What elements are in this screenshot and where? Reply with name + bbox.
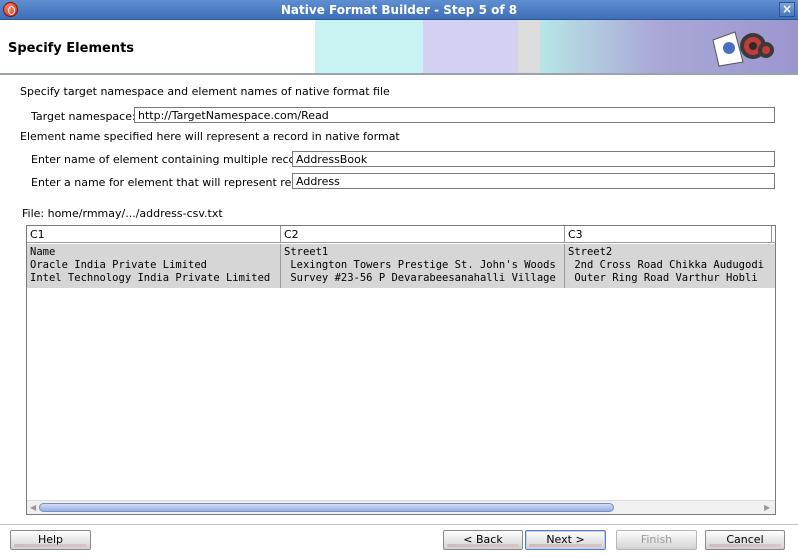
footer-divider — [0, 524, 798, 525]
back-button[interactable]: < Back — [443, 530, 523, 550]
table-cell[interactable]: Outer Ring Road Varthur Hobli — [565, 272, 775, 285]
table-cell[interactable]: Street1 — [281, 246, 565, 259]
instruction-text: Specify target namespace and element nam… — [20, 85, 390, 98]
table-cell[interactable]: Street2 — [565, 246, 775, 259]
column-header-c2[interactable]: C2 — [281, 226, 565, 243]
page-title: Specify Elements — [8, 41, 135, 56]
table-header: C1 C2 C3 — [27, 226, 775, 243]
column-divider — [564, 244, 565, 288]
target-namespace-label: Target namespace: — [31, 110, 136, 123]
record-element-input[interactable] — [292, 173, 775, 189]
next-button[interactable]: Next > — [525, 530, 606, 550]
file-path-label: File: home/rmmay/.../address-csv.txt — [22, 207, 223, 220]
header-divider — [0, 73, 798, 75]
record-note-text: Element name specified here will represe… — [20, 130, 400, 143]
wizard-header: Specify Elements — [0, 20, 798, 73]
scrollbar-thumb[interactable] — [39, 503, 614, 512]
table-cell[interactable]: Survey #23-56 P Devarabeesanahalli Villa… — [281, 272, 565, 285]
table-cell[interactable]: Intel Technology India Private Limited — [27, 272, 281, 285]
finish-button[interactable]: Finish — [616, 530, 697, 550]
multi-records-input[interactable] — [292, 151, 775, 167]
record-element-label: Enter a name for element that will repre… — [31, 176, 320, 189]
table-cell[interactable]: Name — [27, 246, 281, 259]
table-cell[interactable]: 2nd Cross Road Chikka Audugodi — [565, 259, 775, 272]
column-header-c3[interactable]: C3 — [565, 226, 772, 243]
column-divider — [280, 244, 281, 288]
data-preview-table[interactable]: C1 C2 C3 Name Street1 Street2 Oracle Ind… — [26, 225, 776, 515]
header-banner — [315, 20, 798, 73]
title-bar: Native Format Builder - Step 5 of 8 × — [0, 0, 798, 20]
target-namespace-input[interactable] — [134, 107, 775, 123]
scroll-right-arrow-icon[interactable]: ▶ — [764, 503, 772, 512]
window-title: Native Format Builder - Step 5 of 8 — [280, 3, 518, 17]
close-button[interactable]: × — [779, 2, 795, 17]
cancel-button[interactable]: Cancel — [705, 530, 785, 550]
table-cell[interactable]: Lexington Towers Prestige St. John's Woo… — [281, 259, 565, 272]
table-cell[interactable]: Oracle India Private Limited — [27, 259, 281, 272]
help-button[interactable]: Help — [10, 530, 91, 550]
scroll-left-arrow-icon[interactable]: ◀ — [30, 503, 38, 512]
table-body: Name Street1 Street2 Oracle India Privat… — [27, 244, 775, 288]
multi-records-label: Enter name of element containing multipl… — [31, 153, 316, 166]
horizontal-scrollbar[interactable]: ◀ ▶ — [27, 500, 775, 514]
wizard-logo-icon — [712, 31, 774, 67]
column-header-c1[interactable]: C1 — [27, 226, 281, 243]
